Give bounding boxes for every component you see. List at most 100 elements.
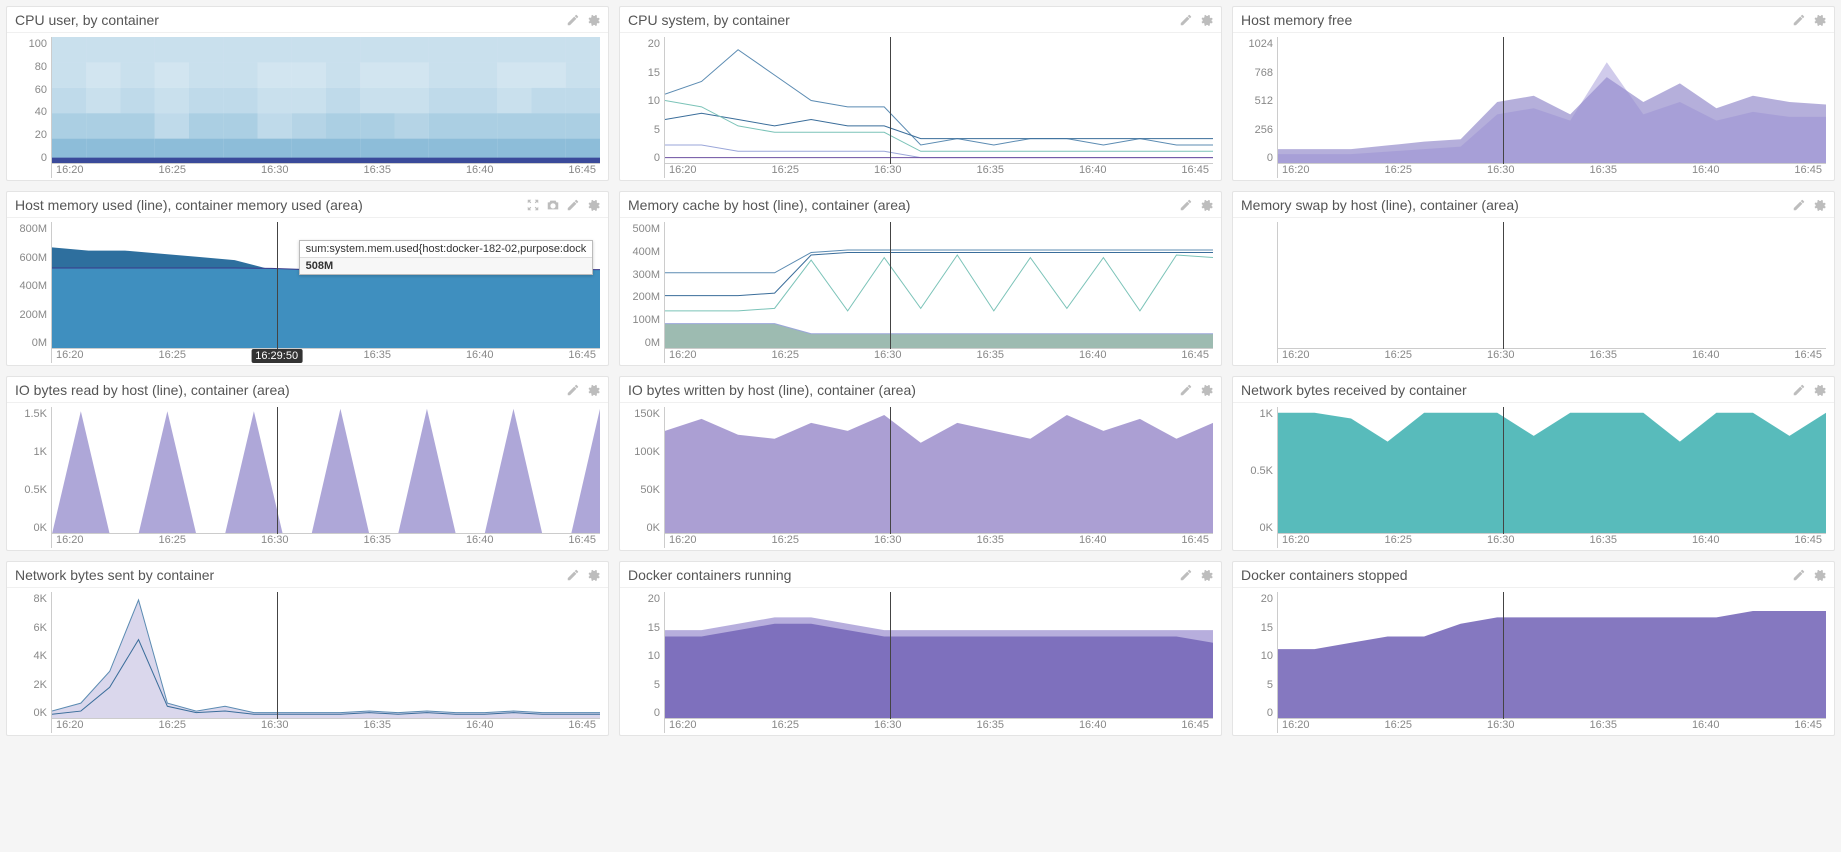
x-tick: 16:45 <box>568 164 596 178</box>
plot-area[interactable]: 16:2016:2516:3016:3516:4016:45 <box>664 407 1213 548</box>
pencil-icon[interactable] <box>1179 568 1193 582</box>
panel-mem-cache: Memory cache by host (line), container (… <box>619 191 1222 366</box>
x-tick: 16:30 <box>874 349 902 363</box>
pencil-icon[interactable] <box>1792 383 1806 397</box>
x-axis: 16:2016:2516:3016:3516:4016:45 <box>1278 164 1826 178</box>
pencil-icon[interactable] <box>566 383 580 397</box>
y-tick: 10 <box>624 651 660 662</box>
y-axis: 10247685122560 <box>1237 37 1277 178</box>
panel-header: Memory swap by host (line), container (a… <box>1233 192 1834 218</box>
x-axis: 16:2016:2516:3016:3516:4016:45 <box>665 349 1213 363</box>
y-tick: 0K <box>11 523 47 534</box>
panel-body: 800M600M400M200M0Msum:system.mem.used{ho… <box>7 218 608 365</box>
panel-header: CPU user, by container <box>7 7 608 33</box>
y-tick: 40 <box>11 107 47 118</box>
panel-header: IO bytes written by host (line), contain… <box>620 377 1221 403</box>
camera-icon[interactable] <box>546 198 560 212</box>
y-tick: 0 <box>624 153 660 164</box>
x-tick: 16:30 <box>1487 719 1515 733</box>
y-tick: 300M <box>624 270 660 281</box>
gear-icon[interactable] <box>586 13 600 27</box>
y-tick: 5 <box>624 680 660 691</box>
panel-actions <box>1179 13 1213 27</box>
pencil-icon[interactable] <box>1179 13 1193 27</box>
panel-header: Host memory used (line), container memor… <box>7 192 608 218</box>
time-cursor <box>277 407 278 534</box>
x-tick: 16:25 <box>1384 719 1412 733</box>
x-axis: 16:2016:2516:3016:3516:4016:45 <box>52 534 600 548</box>
plot-area[interactable]: 16:2016:2516:3016:3516:4016:45 <box>51 407 600 548</box>
x-tick: 16:25 <box>771 534 799 548</box>
chart-svg <box>665 407 1213 534</box>
y-tick: 150K <box>624 409 660 420</box>
pencil-icon[interactable] <box>566 13 580 27</box>
plot-area[interactable]: 16:2016:2516:3016:3516:4016:45 <box>1277 592 1826 733</box>
plot-area[interactable]: 16:2016:2516:3016:3516:4016:45 <box>1277 222 1826 363</box>
pencil-icon[interactable] <box>566 198 580 212</box>
plot-area[interactable]: 16:2016:2516:3016:3516:4016:45 <box>1277 407 1826 548</box>
gear-icon[interactable] <box>586 383 600 397</box>
pencil-icon[interactable] <box>1792 198 1806 212</box>
pencil-icon[interactable] <box>1792 568 1806 582</box>
y-tick: 0.5K <box>11 485 47 496</box>
panel-mem-swap: Memory swap by host (line), container (a… <box>1232 191 1835 366</box>
x-tick: 16:30 <box>1487 164 1515 178</box>
chart-svg <box>1278 37 1826 164</box>
gear-icon[interactable] <box>1812 383 1826 397</box>
gear-icon[interactable] <box>1199 198 1213 212</box>
x-tick: 16:25 <box>771 719 799 733</box>
x-tick: 16:20 <box>56 164 84 178</box>
panel-cpu-system: CPU system, by container2015105016:2016:… <box>619 6 1222 181</box>
plot-area[interactable]: 16:2016:2516:3016:3516:4016:45 <box>664 37 1213 178</box>
gear-icon[interactable] <box>1812 198 1826 212</box>
y-axis: 20151050 <box>624 37 664 178</box>
x-tick: 16:30 <box>1487 534 1515 548</box>
plot-area[interactable]: 16:2016:2516:3016:3516:4016:45 <box>1277 37 1826 178</box>
pencil-icon[interactable] <box>1179 198 1193 212</box>
x-tick: 16:20 <box>669 719 697 733</box>
gear-icon[interactable] <box>1199 13 1213 27</box>
x-tick: 16:30 <box>1487 349 1515 363</box>
pencil-icon[interactable] <box>566 568 580 582</box>
y-tick: 20 <box>624 39 660 50</box>
plot-area[interactable]: 16:2016:2516:3016:3516:4016:45 <box>51 592 600 733</box>
x-tick: 16:35 <box>363 719 391 733</box>
x-tick: 16:25 <box>1384 534 1412 548</box>
x-tick: 16:45 <box>1181 164 1209 178</box>
y-tick: 15 <box>624 68 660 79</box>
gear-icon[interactable] <box>1199 568 1213 582</box>
y-axis: 800M600M400M200M0M <box>11 222 51 363</box>
x-tick: 16:25 <box>1384 164 1412 178</box>
x-tick: 16:45 <box>1794 719 1822 733</box>
pencil-icon[interactable] <box>1179 383 1193 397</box>
y-axis: 1K0.5K0K <box>1237 407 1277 548</box>
plot-area[interactable]: 16:2016:2516:3016:3516:4016:45 <box>664 592 1213 733</box>
chart-svg <box>1278 592 1826 719</box>
x-axis: 16:2016:2516:3016:3516:4016:45 <box>665 164 1213 178</box>
y-tick: 800M <box>11 224 47 235</box>
gear-icon[interactable] <box>586 198 600 212</box>
panel-containers-running: Docker containers running2015105016:2016… <box>619 561 1222 736</box>
panel-host-mem-free: Host memory free1024768512256016:2016:25… <box>1232 6 1835 181</box>
plot-area[interactable]: 16:2016:2516:3016:3516:4016:45 <box>664 222 1213 363</box>
gear-icon[interactable] <box>1812 13 1826 27</box>
x-axis: 16:2016:2516:3016:3516:4016:45 <box>52 164 600 178</box>
x-tick: 16:20 <box>56 719 84 733</box>
panel-body: 2015105016:2016:2516:3016:3516:4016:45 <box>620 33 1221 180</box>
plot-area[interactable]: 16:2016:2516:3016:3516:4016:45 <box>51 37 600 178</box>
gear-icon[interactable] <box>586 568 600 582</box>
x-tick: 16:40 <box>1692 164 1720 178</box>
expand-icon[interactable] <box>526 198 540 212</box>
x-tick: 16:40 <box>1079 164 1107 178</box>
plot-area[interactable]: sum:system.mem.used{host:docker-182-02,p… <box>51 222 600 363</box>
panel-body: 8K6K4K2K0K16:2016:2516:3016:3516:4016:45 <box>7 588 608 735</box>
x-tick: 16:45 <box>568 349 596 363</box>
pencil-icon[interactable] <box>1792 13 1806 27</box>
y-tick: 256 <box>1237 125 1273 136</box>
gear-icon[interactable] <box>1199 383 1213 397</box>
gear-icon[interactable] <box>1812 568 1826 582</box>
x-axis: 16:2016:2516:3016:3516:4016:45 <box>665 534 1213 548</box>
y-tick: 10 <box>1237 651 1273 662</box>
time-cursor <box>890 37 891 164</box>
panel-title: Docker containers running <box>628 567 791 583</box>
